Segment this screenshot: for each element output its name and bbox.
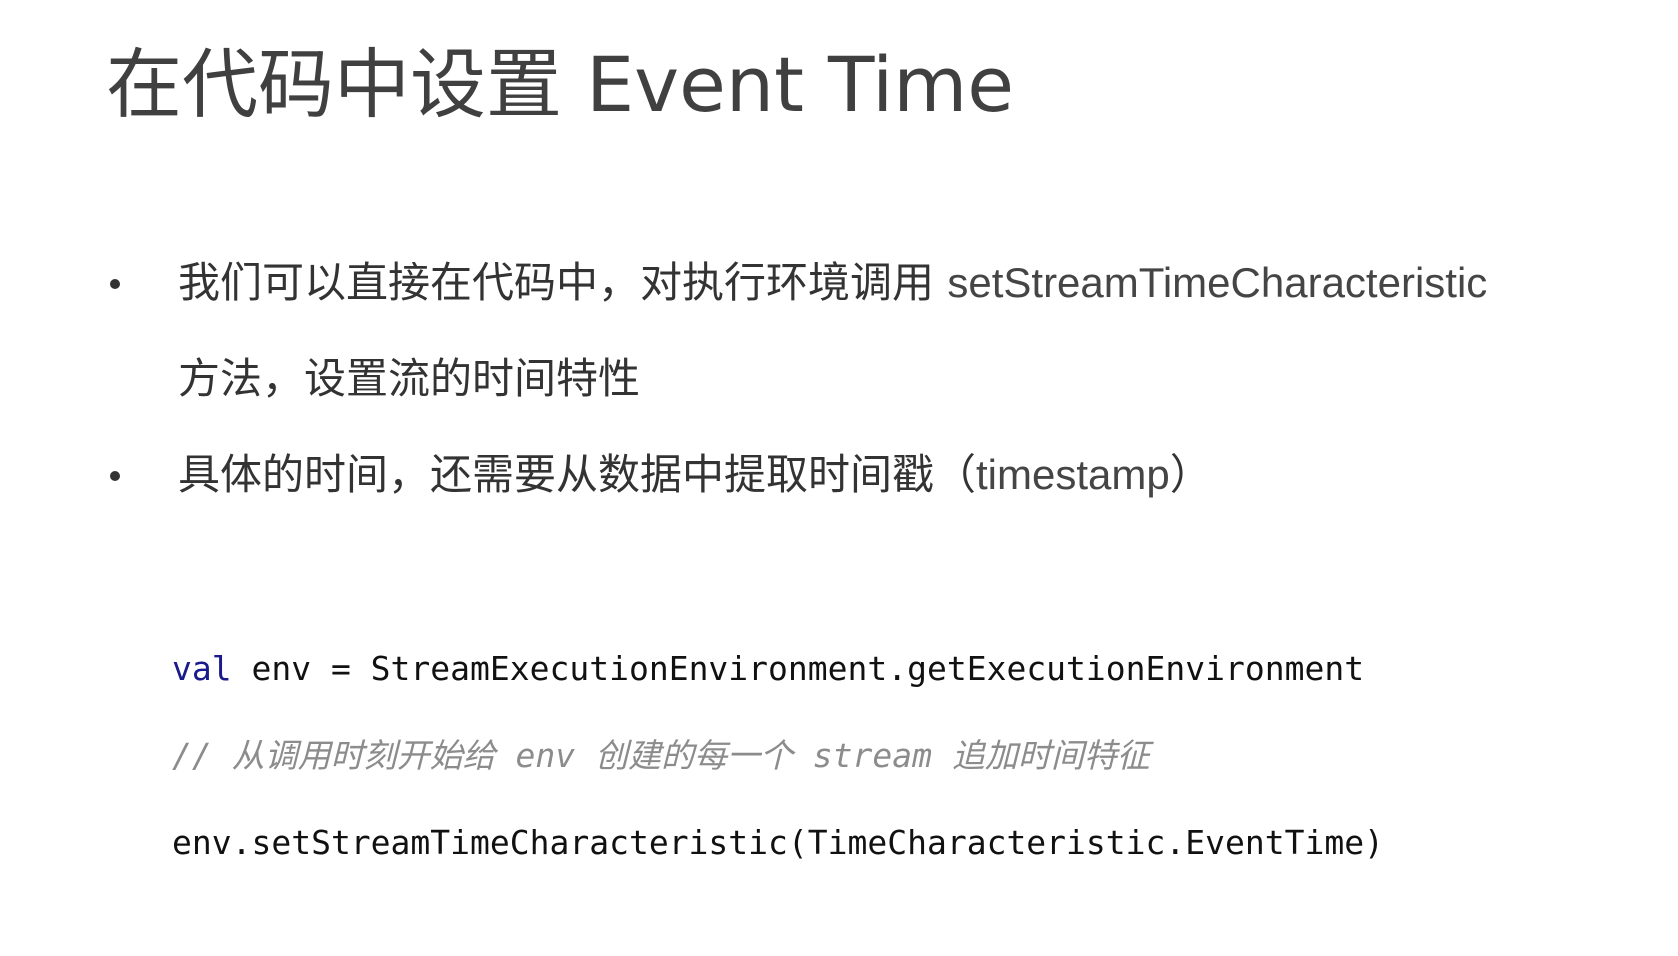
- bullet-1-text-continued: 方法，设置流的时间特性: [178, 354, 641, 403]
- bullet-item-1-continued: 方法，设置流的时间特性: [106, 331, 1606, 427]
- bullet-2-text-end: ）: [1169, 450, 1212, 499]
- bullet-1-method-name: setStreamTimeCharacteristic: [947, 259, 1488, 306]
- bullet-2-latin: timestamp: [976, 451, 1170, 498]
- code-block: val env = StreamExecutionEnvironment.get…: [172, 625, 1572, 886]
- code-keyword: val: [172, 649, 232, 688]
- slide-title: 在代码中设置 Event Time: [106, 40, 1015, 129]
- bullet-2-text: 具体的时间，还需要从数据中提取时间戳（: [178, 450, 977, 499]
- code-line-1: val env = StreamExecutionEnvironment.get…: [172, 625, 1572, 712]
- bullet-dot-icon: [110, 279, 120, 289]
- code-line-1-rest: env = StreamExecutionEnvironment.getExec…: [231, 649, 1365, 688]
- bullet-1-text: 我们可以直接在代码中，对执行环境调用: [178, 258, 948, 307]
- bullet-list: 我们可以直接在代码中，对执行环境调用 setStreamTimeCharacte…: [106, 235, 1606, 523]
- code-comment: // 从调用时刻开始给 env 创建的每一个 stream 追加时间特征: [172, 736, 1150, 775]
- bullet-dot-icon: [110, 471, 120, 481]
- slide: 在代码中设置 Event Time 我们可以直接在代码中，对执行环境调用 set…: [0, 0, 1678, 956]
- bullet-item-2: 具体的时间，还需要从数据中提取时间戳（timestamp）: [106, 427, 1606, 523]
- bullet-item-1: 我们可以直接在代码中，对执行环境调用 setStreamTimeCharacte…: [106, 235, 1606, 331]
- code-line-3: env.setStreamTimeCharacteristic(TimeChar…: [172, 823, 1384, 862]
